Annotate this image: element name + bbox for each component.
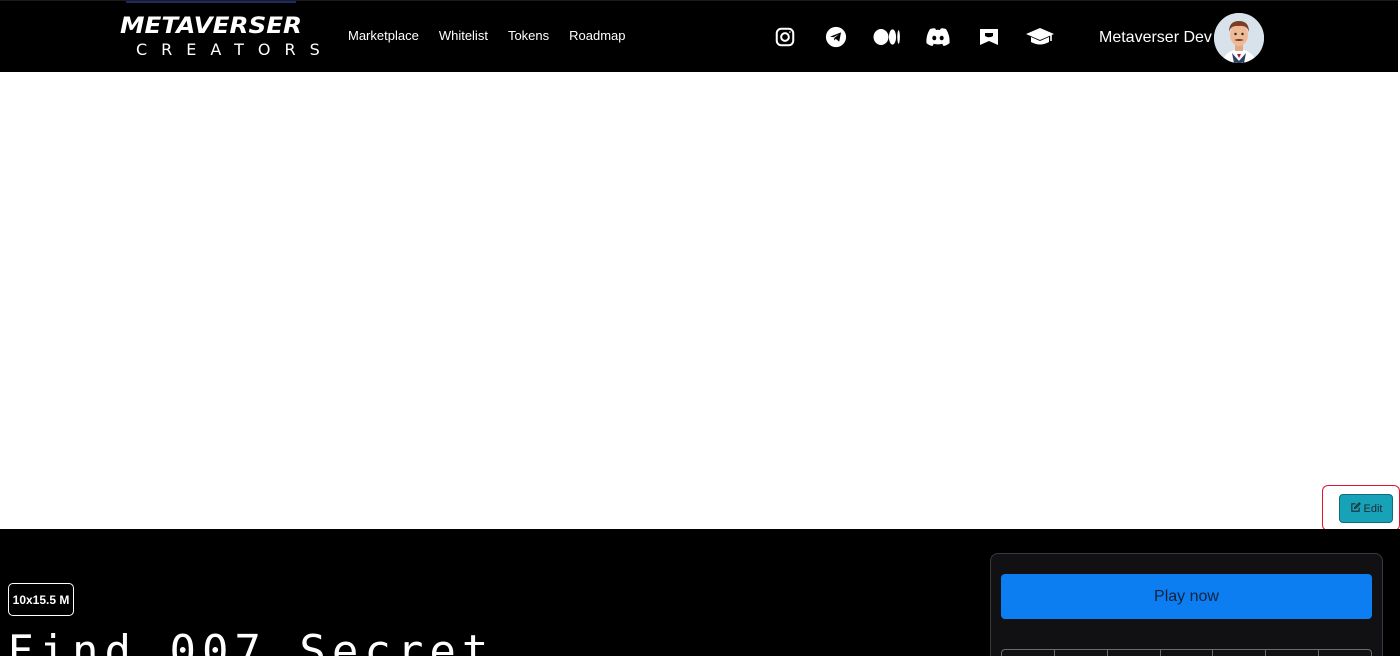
logo-wordmark: METAVERSER: [119, 14, 303, 39]
metaverser-creators-logo[interactable]: METAVERSER CREATORS: [120, 15, 334, 65]
banner-area: [0, 72, 1398, 529]
nav-link-marketplace[interactable]: Marketplace: [348, 27, 419, 45]
panel-tab[interactable]: [1001, 649, 1054, 656]
edit-button-label: Edit: [1363, 502, 1383, 515]
panel-tab[interactable]: [1106, 649, 1160, 656]
hat-icon[interactable]: [1025, 23, 1055, 51]
logo-subtitle: CREATORS: [136, 40, 334, 59]
play-now-button[interactable]: Play now: [1001, 574, 1372, 619]
top-navbar: METAVERSER CREATORS Marketplace Whitelis…: [0, 0, 1398, 72]
discord-icon[interactable]: [923, 23, 953, 51]
panel-tab[interactable]: [1265, 649, 1319, 656]
medium-icon[interactable]: [872, 23, 902, 51]
user-menu[interactable]: Metaverser Dev: [1099, 13, 1264, 63]
main-nav: Marketplace Whitelist Tokens Roadmap: [348, 27, 646, 45]
edit-button[interactable]: Edit: [1339, 494, 1393, 523]
user-avatar[interactable]: [1213, 13, 1264, 63]
gitbook-icon[interactable]: [974, 23, 1004, 51]
size-badge: 10x15.5 M: [8, 583, 74, 616]
telegram-icon[interactable]: [821, 23, 851, 51]
edit-icon: [1350, 501, 1364, 516]
panel-tab[interactable]: [1212, 649, 1266, 656]
page: METAVERSER CREATORS Marketplace Whitelis…: [0, 0, 1400, 656]
user-name: Metaverser Dev: [1099, 29, 1212, 46]
game-title: Find 007 Secret: [7, 626, 495, 656]
instagram-icon[interactable]: [770, 23, 800, 51]
panel-tab[interactable]: [1159, 649, 1213, 656]
navbar-accent-line: [126, 1, 296, 3]
nav-link-roadmap[interactable]: Roadmap: [569, 27, 625, 45]
nav-link-tokens[interactable]: Tokens: [508, 27, 549, 45]
nav-link-whitelist[interactable]: Whitelist: [439, 27, 488, 45]
panel-tab-strip: [1001, 649, 1373, 656]
panel-tab[interactable]: [1318, 649, 1373, 656]
social-links: [770, 23, 1076, 51]
panel-tab[interactable]: [1053, 649, 1107, 656]
